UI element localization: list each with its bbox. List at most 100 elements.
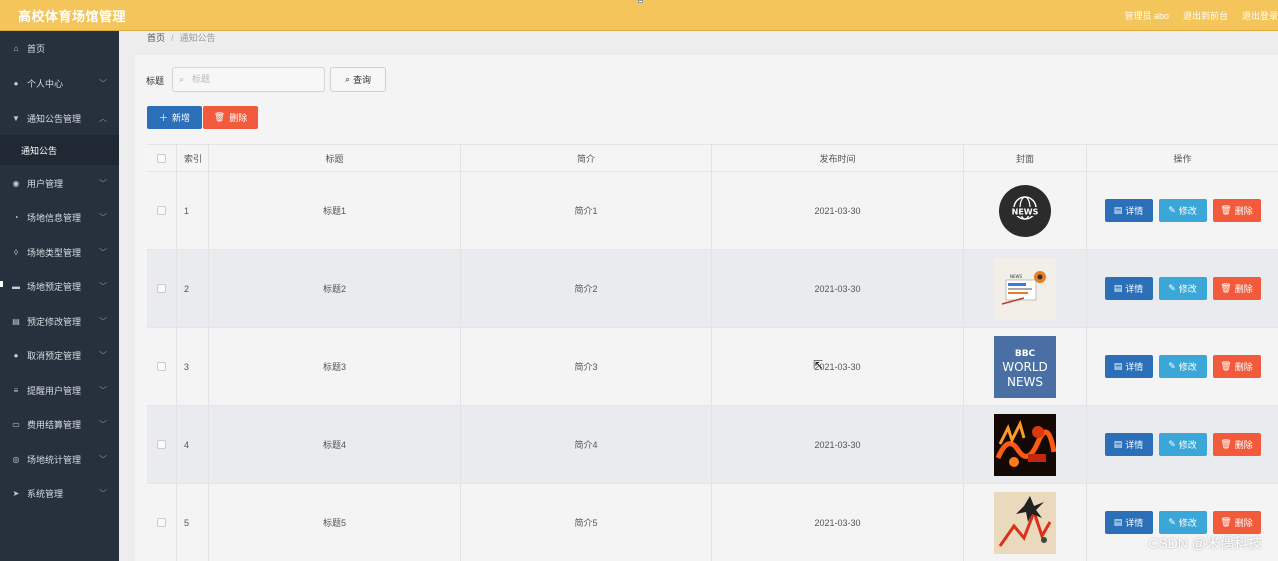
send-icon: ➤ [12, 488, 20, 498]
sidebar-item-statistics[interactable]: ◎ 场地统计管理 ﹀ [0, 444, 119, 474]
svg-text:BBC: BBC [1015, 349, 1036, 359]
sidebar-item-label: 取消预定管理 [27, 350, 82, 361]
row-index: 5 [177, 484, 209, 561]
table-row: 4 标题4 简介4 2021-03-30 ▤ 详情 ✎ 修改 🗑 删除 [147, 406, 1278, 484]
globe-icon: ◎ [12, 454, 20, 464]
row-index: 4 [177, 406, 209, 483]
delete-button[interactable]: 🗑 删除 [1212, 277, 1261, 300]
row-index: 2 [177, 250, 209, 327]
chevron-down-icon: ﹀ [99, 213, 107, 222]
add-button[interactable]: ＋ 新增 [147, 106, 202, 129]
news-laptop-image: NEWS [994, 257, 1056, 320]
edit-button[interactable]: ✎ 修改 [1158, 355, 1207, 378]
sidebar-item-venue-info[interactable]: ◔ 场地信息管理 ﹀ [0, 202, 119, 232]
detail-button[interactable]: ▤ 详情 [1104, 433, 1153, 456]
add-button-label: 新增 [172, 113, 191, 123]
sidebar-item-label: 场地统计管理 [27, 454, 82, 465]
delete-button[interactable]: 🗑 删除 [1212, 433, 1261, 456]
row-date: 2021-03-30 [712, 406, 964, 483]
delete-button[interactable]: 🗑 删除 [1212, 511, 1261, 534]
sidebar-item-label: 预定修改管理 [27, 316, 82, 327]
chevron-down-icon: ﹀ [99, 79, 107, 88]
row-checkbox[interactable] [157, 440, 166, 449]
list-icon: ≡ [13, 385, 19, 395]
sidebar-item-system[interactable]: ➤ 系统管理 ﹀ [0, 478, 119, 508]
breadcrumb: 首页 / 通知公告 [147, 33, 216, 43]
chevron-down-icon: ﹀ [99, 317, 107, 326]
delete-button[interactable]: 🗑 删除 [1212, 199, 1261, 222]
search-icon: ⌕ [179, 74, 185, 84]
query-button-label: 查询 [353, 75, 372, 85]
edit-button[interactable]: ✎ 修改 [1158, 277, 1207, 300]
row-intro: 简介5 [461, 484, 712, 561]
edit-button[interactable]: ✎ 修改 [1158, 199, 1207, 222]
document-icon: ▤ [1113, 361, 1123, 371]
top-bar: 高校体育场馆管理 管理员 abo 退出到前台 退出登录 [0, 0, 1278, 31]
detail-button[interactable]: ▤ 详情 [1104, 355, 1153, 378]
batch-delete-button[interactable]: 🗑 删除 [203, 106, 258, 129]
trash-icon: 🗑 [1220, 361, 1232, 371]
mic-icon: ◊ [14, 247, 18, 257]
sidebar-item-label: 首页 [27, 43, 46, 54]
document-icon: ▤ [1113, 439, 1123, 449]
sidebar-item-users[interactable]: ◉ 用户管理 ﹀ [0, 168, 119, 198]
trash-icon: 🗑 [1220, 439, 1232, 449]
pencil-icon: ✎ [1168, 361, 1176, 371]
row-title: 标题5 [209, 484, 461, 561]
current-user-label: 管理员 abo [1124, 11, 1169, 21]
row-intro: 简介3 [461, 328, 712, 405]
sidebar-item-booking[interactable]: ▬ 场地预定管理 ﹀ [0, 271, 119, 301]
row-checkbox[interactable] [157, 362, 166, 371]
table-header: 索引 标题 简介 发布时间 封面 操作 [147, 144, 1278, 172]
content-panel: 标题 ⌕ 标题 ⌕ 查询 ＋ 新增 🗑 删除 索引 标题 简介 发布时间 封面 [135, 55, 1278, 561]
chevron-down-icon: ﹀ [99, 386, 107, 395]
chevron-down-icon: ﹀ [99, 489, 107, 498]
header-date: 发布时间 [712, 145, 964, 171]
sidebar-item-reminder[interactable]: ≡ 提醒用户管理 ﹀ [0, 375, 119, 405]
sidebar-item-label: 个人中心 [27, 78, 64, 89]
select-all-checkbox[interactable] [157, 153, 166, 163]
sidebar-subitem-label: 通知公告 [21, 145, 58, 156]
sidebar-subitem-notice[interactable]: 通知公告 [0, 135, 119, 165]
person-icon: ● [13, 350, 19, 360]
home-icon: ⌂ [13, 43, 19, 53]
sidebar-item-venue-type[interactable]: ◊ 场地类型管理 ﹀ [0, 237, 119, 267]
news-globe-image: NEWS [994, 180, 1056, 242]
sidebar-item-booking-cancel[interactable]: ● 取消预定管理 ﹀ [0, 340, 119, 370]
sidebar-item-booking-edit[interactable]: ▤ 预定修改管理 ﹀ [0, 306, 119, 336]
main-content: 首页 / 通知公告 标题 ⌕ 标题 ⌕ 查询 ＋ 新增 🗑 删除 索引 标题 简介 … [119, 31, 1278, 561]
row-title: 标题2 [209, 250, 461, 327]
sidebar-item-label: 场地预定管理 [27, 281, 82, 292]
search-label: 标题 [146, 76, 165, 86]
sidebar-item-label: 费用结算管理 [27, 419, 82, 430]
detail-button[interactable]: ▤ 详情 [1104, 199, 1153, 222]
edit-button[interactable]: ✎ 修改 [1158, 511, 1207, 534]
market-chart-image [994, 491, 1056, 554]
row-title: 标题4 [209, 406, 461, 483]
logout-link[interactable]: 退出登录 [1242, 9, 1278, 22]
query-button[interactable]: ⌕ 查询 [330, 67, 386, 92]
detail-button[interactable]: ▤ 详情 [1104, 511, 1153, 534]
back-to-front-link[interactable]: 退出到前台 [1183, 9, 1228, 22]
search-input[interactable]: ⌕ 标题 [172, 67, 325, 92]
sidebar-item-notice[interactable]: ▼ 通知公告管理 ︿ [0, 103, 119, 133]
batch-delete-label: 删除 [229, 113, 248, 123]
resize-handle[interactable] [638, 0, 643, 3]
edit-button[interactable]: ✎ 修改 [1158, 433, 1207, 456]
sidebar-item-label: 用户管理 [27, 178, 64, 189]
breadcrumb-home[interactable]: 首页 [147, 33, 165, 43]
pencil-icon: ✎ [1168, 205, 1176, 215]
sidebar-item-home[interactable]: ⌂ 首页 [0, 33, 119, 63]
sidebar-item-label: 通知公告管理 [27, 113, 82, 124]
row-checkbox[interactable] [157, 518, 166, 527]
row-intro: 简介2 [461, 250, 712, 327]
sidebar-item-personal[interactable]: ● 个人中心 ﹀ [0, 68, 119, 98]
delete-button[interactable]: 🗑 删除 [1212, 355, 1261, 378]
sidebar-item-billing[interactable]: ▭ 费用结算管理 ﹀ [0, 409, 119, 439]
detail-button[interactable]: ▤ 详情 [1104, 277, 1153, 300]
row-checkbox[interactable] [157, 284, 166, 293]
row-date: 2021-03-30 [712, 172, 964, 249]
row-intro: 简介4 [461, 406, 712, 483]
row-title: 标题1 [209, 172, 461, 249]
row-checkbox[interactable] [157, 206, 166, 215]
